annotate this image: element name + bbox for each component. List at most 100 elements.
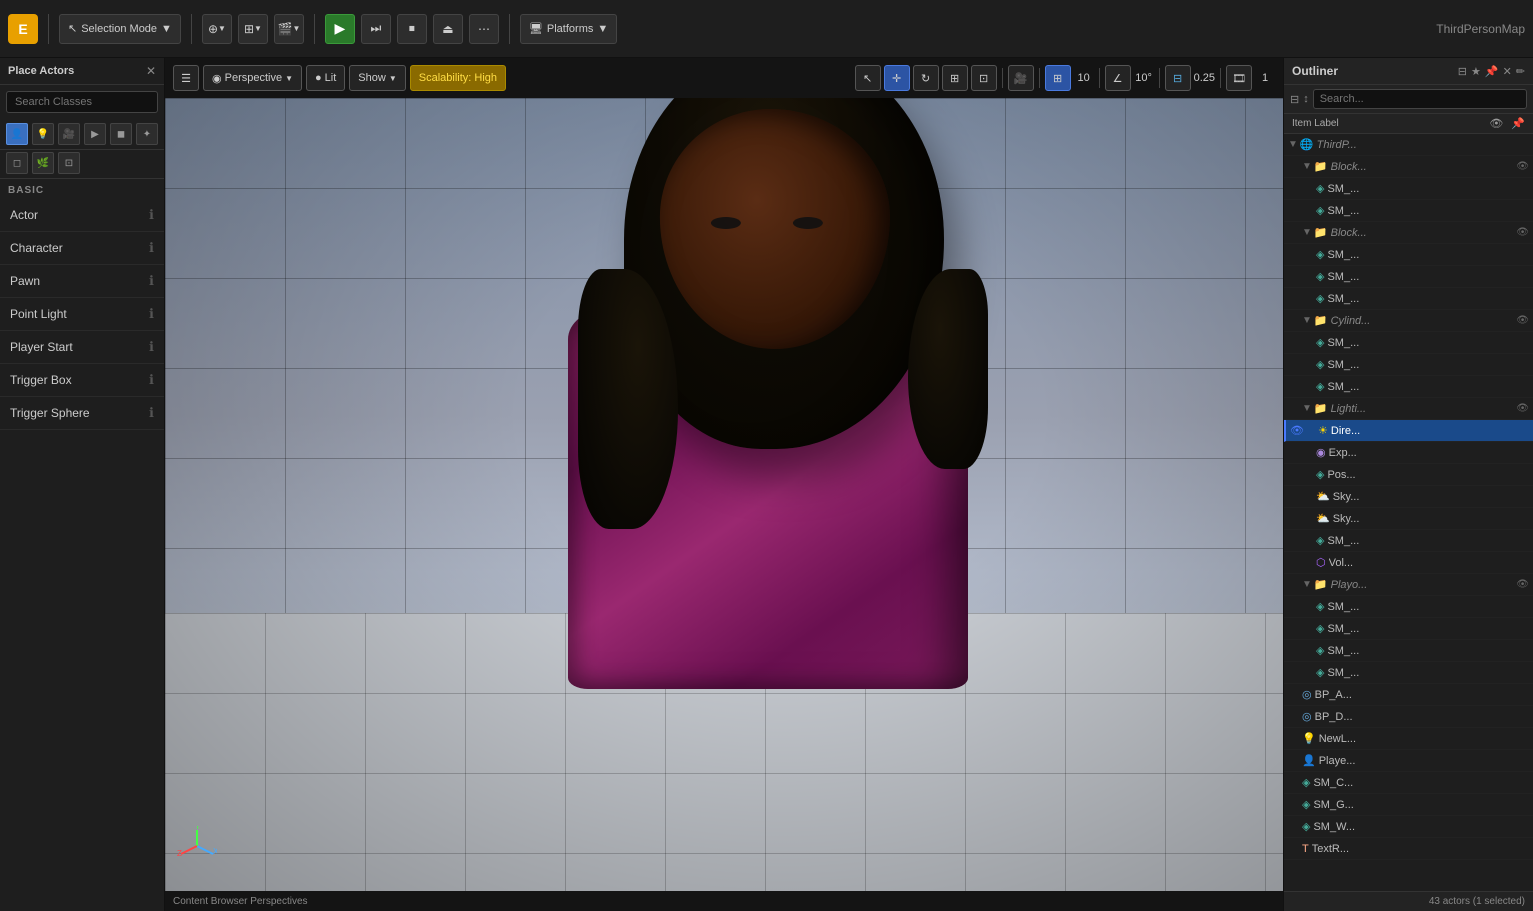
tree-item-sm5[interactable]: ◈ SM_...: [1284, 288, 1533, 310]
filter-volumes-icon[interactable]: ◼: [110, 123, 132, 145]
platforms-button[interactable]: 🖥 Platforms ▼: [520, 14, 617, 44]
show-button[interactable]: Show ▼: [349, 65, 405, 91]
tree-item-cylinders[interactable]: ▼ 📁 Cylind... 👁: [1284, 310, 1533, 332]
tree-item-sm11[interactable]: ◈ SM_...: [1284, 618, 1533, 640]
list-item-player-start[interactable]: Player Start ℹ: [0, 331, 164, 364]
tree-item-lighting[interactable]: ▼ 📁 Lighti... 👁: [1284, 398, 1533, 420]
filter-misc-icon[interactable]: ⊡: [58, 152, 80, 174]
filter-geometry-icon[interactable]: ◻: [6, 152, 28, 174]
tree-item-directional-light[interactable]: 👁 ☀ Dire...: [1284, 420, 1533, 442]
rotate-tool-icon[interactable]: ↻: [913, 65, 939, 91]
camera-speed-icon[interactable]: 🎥: [1008, 65, 1034, 91]
vis-eye-icon[interactable]: 👁: [1516, 161, 1529, 172]
list-item-trigger-box[interactable]: Trigger Box ℹ: [0, 364, 164, 397]
list-item-point-light[interactable]: Point Light ℹ: [0, 298, 164, 331]
scale-snap-icon[interactable]: ⊟: [1165, 65, 1191, 91]
lit-button[interactable]: ● Lit: [306, 65, 345, 91]
vis-eye-icon[interactable]: 👁: [1516, 579, 1529, 590]
list-item-actor[interactable]: Actor ℹ: [0, 199, 164, 232]
vis-eye-icon[interactable]: 👁: [1516, 315, 1529, 326]
trigger-box-info-icon[interactable]: ℹ: [149, 372, 154, 388]
filter-cameras-icon[interactable]: 🎥: [58, 123, 80, 145]
tree-item-sm10[interactable]: ◈ SM_...: [1284, 596, 1533, 618]
simulate-button[interactable]: ⏭: [361, 14, 391, 44]
vis-eye-icon[interactable]: 👁: [1516, 403, 1529, 414]
tree-item-sky2[interactable]: ⛅ Sky...: [1284, 508, 1533, 530]
tree-item-sm8[interactable]: ◈ SM_...: [1284, 376, 1533, 398]
tree-item-smw[interactable]: ◈ SM_W...: [1284, 816, 1533, 838]
filter-lights-icon[interactable]: 💡: [32, 123, 54, 145]
select-tool-icon[interactable]: ↖: [855, 65, 881, 91]
point-light-info-icon[interactable]: ℹ: [149, 306, 154, 322]
tree-item-vol[interactable]: ⬡ Vol...: [1284, 552, 1533, 574]
tree-item-sm1[interactable]: ◈ SM_...: [1284, 178, 1533, 200]
filter-actors-icon[interactable]: 👤: [6, 123, 28, 145]
outliner-filter-btn[interactable]: ⊟: [1290, 93, 1299, 106]
eject-button[interactable]: ⏏: [433, 14, 463, 44]
launch-options-button[interactable]: ⋯: [469, 14, 499, 44]
outliner-tree[interactable]: ▼ 🌐 ThirdP... ▼ 📁 Block... 👁 ◈ SM_...: [1284, 134, 1533, 891]
filter-effects-icon[interactable]: ✦: [136, 123, 158, 145]
list-item-pawn[interactable]: Pawn ℹ: [0, 265, 164, 298]
tree-item-sm3[interactable]: ◈ SM_...: [1284, 244, 1533, 266]
left-panel-close-button[interactable]: ✕: [146, 64, 156, 78]
filter-shapes-icon[interactable]: ▶: [84, 123, 106, 145]
angle-snap-icon[interactable]: ∠: [1105, 65, 1131, 91]
viewport-options-button[interactable]: 🎬 ▼: [274, 14, 304, 44]
tree-item-sm9[interactable]: ◈ SM_...: [1284, 530, 1533, 552]
outliner-search-input[interactable]: [1313, 89, 1527, 109]
player-start-info-icon[interactable]: ℹ: [149, 339, 154, 355]
camera-fov-icon[interactable]: 🎞: [1226, 65, 1252, 91]
vis-eye-active-icon[interactable]: 👁: [1290, 424, 1304, 437]
selection-mode-button[interactable]: ↖ Selection Mode ▼: [59, 14, 181, 44]
outliner-sort-btn[interactable]: ↕: [1303, 93, 1309, 105]
tree-item-thirdpersonmap[interactable]: ▼ 🌐 ThirdP...: [1284, 134, 1533, 156]
tree-item-smg[interactable]: ◈ SM_G...: [1284, 794, 1533, 816]
tree-item-bpa[interactable]: ◎ BP_A...: [1284, 684, 1533, 706]
tree-item-sm12[interactable]: ◈ SM_...: [1284, 640, 1533, 662]
tree-item-blockout1[interactable]: ▼ 📁 Block... 👁: [1284, 156, 1533, 178]
tree-item-sm2[interactable]: ◈ SM_...: [1284, 200, 1533, 222]
tree-item-sm6[interactable]: ◈ SM_...: [1284, 332, 1533, 354]
move-tool-icon[interactable]: ✛: [884, 65, 910, 91]
outliner-pin-icon[interactable]: 📌: [1485, 65, 1499, 78]
viewport[interactable]: ☰ ◉ Perspective ▼ ● Lit Show ▼ Scalabili…: [165, 58, 1283, 911]
tree-item-sky1[interactable]: ⛅ Sky...: [1284, 486, 1533, 508]
grid-snap-icon[interactable]: ⊞: [1045, 65, 1071, 91]
tree-item-newl[interactable]: 💡 NewL...: [1284, 728, 1533, 750]
tree-item-sm13[interactable]: ◈ SM_...: [1284, 662, 1533, 684]
tree-item-bpd[interactable]: ◎ BP_D...: [1284, 706, 1533, 728]
viewport-menu-icon[interactable]: ☰: [173, 65, 199, 91]
filter-foliage-icon[interactable]: 🌿: [32, 152, 54, 174]
tree-item-sm7[interactable]: ◈ SM_...: [1284, 354, 1533, 376]
tree-item-pos[interactable]: ◈ Pos...: [1284, 464, 1533, 486]
tree-item-blockout2[interactable]: ▼ 📁 Block... 👁: [1284, 222, 1533, 244]
outliner-filter-icon[interactable]: ⊟: [1458, 65, 1467, 78]
tree-item-text[interactable]: T TextR...: [1284, 838, 1533, 860]
vis-eye-icon[interactable]: 👁: [1516, 227, 1529, 238]
character-info-icon[interactable]: ℹ: [149, 240, 154, 256]
tree-item-exp[interactable]: ◉ Exp...: [1284, 442, 1533, 464]
scale-tool-icon[interactable]: ⊞: [942, 65, 968, 91]
list-item-character[interactable]: Character ℹ: [0, 232, 164, 265]
scalability-badge[interactable]: Scalability: High: [410, 65, 506, 91]
perspective-button[interactable]: ◉ Perspective ▼: [203, 65, 302, 91]
actor-info-icon[interactable]: ℹ: [149, 207, 154, 223]
create-actor-button[interactable]: ⊕ ▼: [202, 14, 232, 44]
play-button[interactable]: ▶: [325, 14, 355, 44]
outliner-settings-icon[interactable]: ★: [1471, 65, 1481, 78]
pawn-info-icon[interactable]: ℹ: [149, 273, 154, 289]
tree-item-playergroup[interactable]: ▼ 📁 Playo... 👁: [1284, 574, 1533, 596]
search-classes-input[interactable]: [6, 91, 158, 113]
tree-item-smc1[interactable]: ◈ SM_C...: [1284, 772, 1533, 794]
viewport-scene[interactable]: X Y Z: [165, 98, 1283, 891]
transform-tool-icon[interactable]: ⊡: [971, 65, 997, 91]
trigger-sphere-info-icon[interactable]: ℹ: [149, 405, 154, 421]
outliner-close-icon[interactable]: ✕: [1503, 65, 1512, 78]
tree-item-sm4[interactable]: ◈ SM_...: [1284, 266, 1533, 288]
list-item-trigger-sphere[interactable]: Trigger Sphere ℹ: [0, 397, 164, 430]
transform-button[interactable]: ⊞ ▼: [238, 14, 268, 44]
tree-item-player[interactable]: 👤 Playe...: [1284, 750, 1533, 772]
stop-button[interactable]: ⏹: [397, 14, 427, 44]
outliner-pencil-icon[interactable]: ✏: [1516, 65, 1525, 78]
